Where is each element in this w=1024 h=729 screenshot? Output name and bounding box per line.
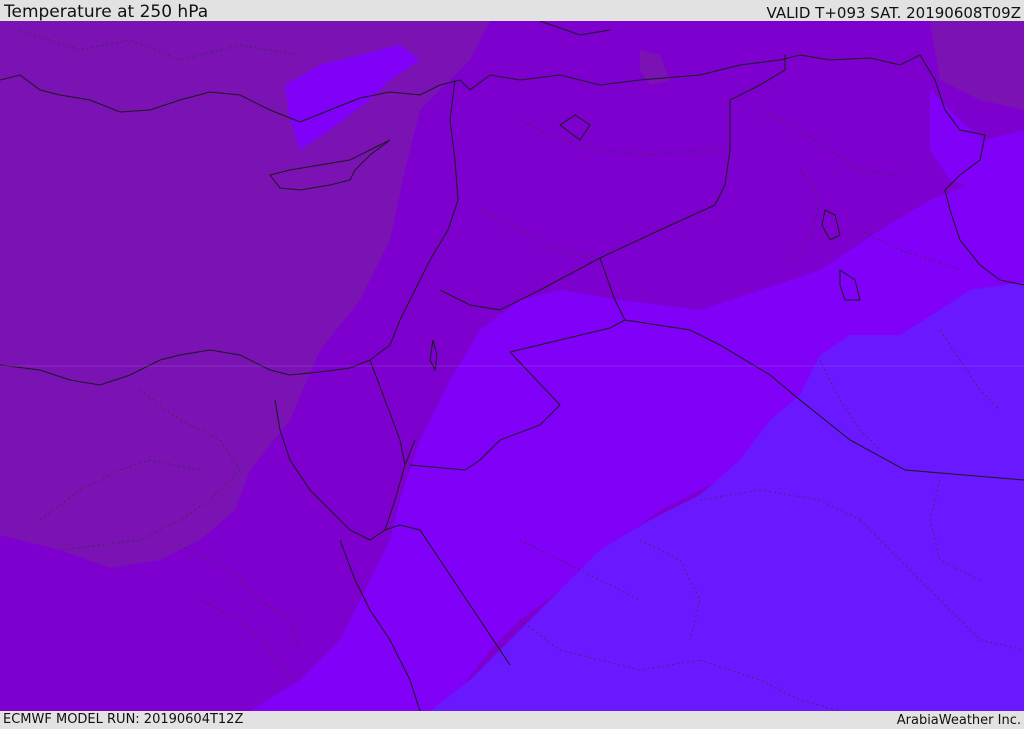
weather-map[interactable] <box>0 21 1024 711</box>
credit-label: ArabiaWeather Inc. <box>896 713 1021 728</box>
valid-time-label: VALID T+093 SAT. 20190608T09Z <box>766 4 1021 22</box>
map-title: Temperature at 250 hPa <box>4 2 209 22</box>
header-bar: Temperature at 250 hPa VALID T+093 SAT. … <box>0 0 1024 22</box>
model-run-label: ECMWF MODEL RUN: 20190604T12Z <box>3 712 244 727</box>
footer-bar: ECMWF MODEL RUN: 20190604T12Z ArabiaWeat… <box>0 711 1024 729</box>
